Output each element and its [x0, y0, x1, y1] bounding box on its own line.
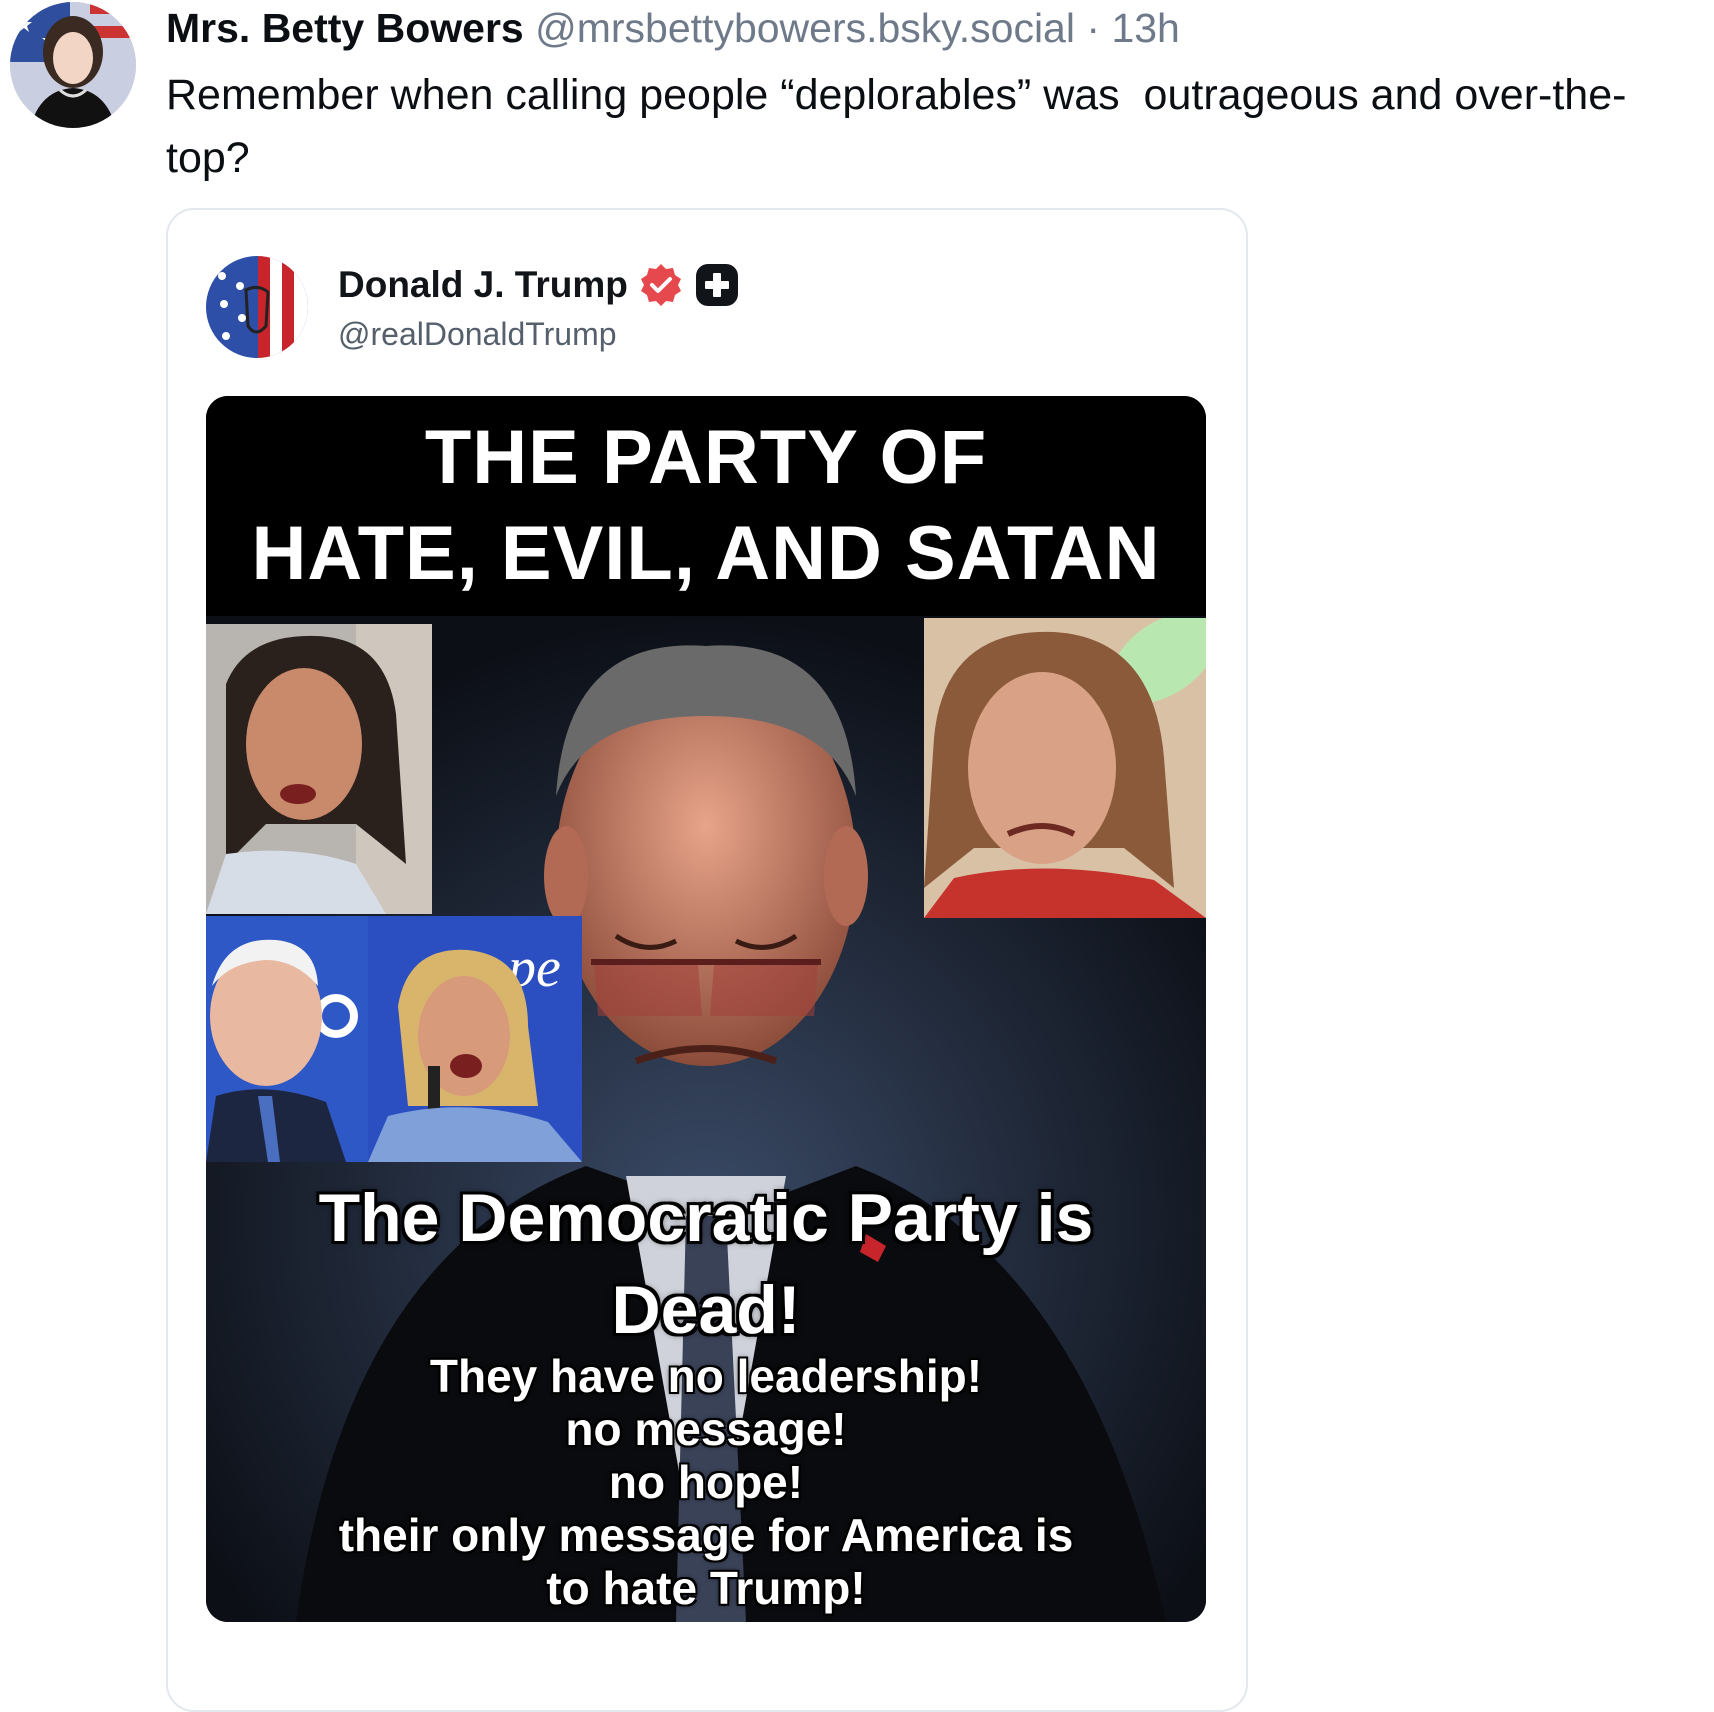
- author-display-name[interactable]: Mrs. Betty Bowers: [166, 5, 524, 51]
- photo-panel-top-left: [206, 624, 432, 914]
- photo-panel-top-right: [924, 618, 1206, 918]
- meme-title: THE PARTY OF HATE, EVIL, AND SATAN: [206, 410, 1206, 602]
- photo-panel-bottom-center: pe: [368, 916, 582, 1162]
- embed-author-avatar: [206, 256, 308, 358]
- meme-headline-line-2: Dead!: [611, 1272, 801, 1348]
- meme-sub-line-3: no hope!: [608, 1456, 804, 1508]
- meme-headline-line-1: The Democratic Party is: [318, 1180, 1094, 1256]
- post-header: Mrs. Betty Bowers @mrsbettybowers.bsky.s…: [166, 2, 1180, 54]
- meme-sub-line-1: They have no leadership!: [429, 1350, 983, 1402]
- meme-sub-line-4: their only message for America is: [338, 1509, 1074, 1561]
- embed-name-row: Donald J. Trump: [338, 262, 740, 308]
- plus-badge-icon: [694, 262, 740, 308]
- photo-panel-bottom-left: [206, 916, 370, 1162]
- author-handle[interactable]: @mrsbettybowers.bsky.social: [535, 5, 1075, 51]
- meme-subtext: They have no leadership! no message! no …: [206, 1350, 1206, 1615]
- meme-headline: The Democratic Party is Dead!: [206, 1172, 1206, 1356]
- embed-display-name[interactable]: Donald J. Trump: [338, 264, 628, 306]
- author-avatar[interactable]: [10, 2, 136, 128]
- meme-image[interactable]: pe THE PARTY OF HATE, EVIL, AND SATAN Th…: [206, 396, 1206, 1622]
- embedded-post-card[interactable]: Donald J. Trump @realDonaldTrump pe THE …: [166, 208, 1248, 1712]
- header-separator: ·: [1086, 5, 1101, 51]
- post-text: Remember when calling people “deplorable…: [166, 71, 1627, 182]
- post-timestamp[interactable]: 13h: [1111, 5, 1179, 51]
- embed-handle[interactable]: @realDonaldTrump: [338, 316, 617, 353]
- meme-sub-line-2: no message!: [565, 1403, 847, 1455]
- verified-badge-icon: [638, 262, 684, 308]
- meme-sub-line-5: to hate Trump!: [546, 1562, 866, 1614]
- meme-title-line-2: HATE, EVIL, AND SATAN: [251, 511, 1161, 596]
- post: Mrs. Betty Bowers @mrsbettybowers.bsky.s…: [0, 0, 1714, 1712]
- meme-title-line-1: THE PARTY OF: [424, 415, 988, 500]
